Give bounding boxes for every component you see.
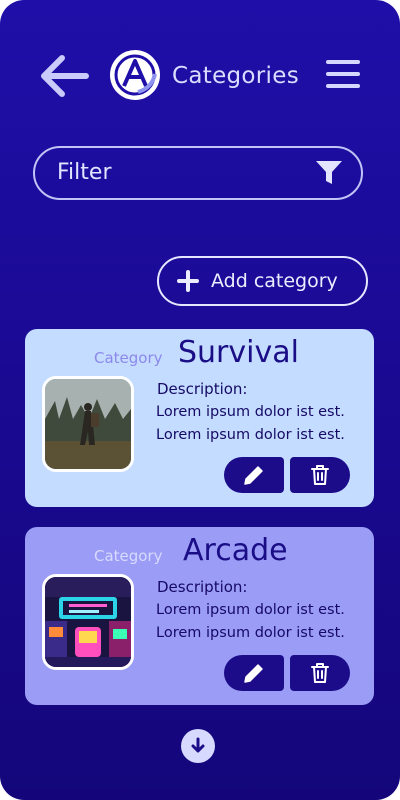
menu-bar — [326, 60, 360, 64]
add-category-label: Add category — [211, 270, 338, 292]
description-label: Description: — [157, 380, 248, 398]
category-tag: Category — [94, 349, 163, 367]
description-text: Lorem ipsum dolor ist est. — [156, 404, 345, 420]
header: Categories — [0, 0, 400, 150]
menu-button[interactable] — [324, 58, 364, 90]
categories-screen: Categories Filter Add category Category … — [0, 0, 400, 800]
category-card[interactable]: Category Arcade Description: Lorem ipsum… — [25, 527, 374, 705]
pencil-icon — [244, 466, 263, 485]
back-button[interactable] — [38, 52, 90, 100]
filter-field[interactable]: Filter — [33, 146, 363, 200]
menu-bar — [326, 84, 360, 88]
description-text: Lorem ipsum dolor ist est. — [156, 602, 345, 618]
description-label: Description: — [157, 578, 248, 596]
category-card[interactable]: Category Survival Description: Lorem ips… — [25, 329, 374, 507]
pencil-icon — [244, 664, 263, 683]
scroll-down-button[interactable] — [181, 729, 215, 763]
trash-icon — [311, 465, 329, 485]
funnel-icon[interactable] — [315, 160, 343, 186]
delete-button[interactable] — [290, 655, 350, 691]
trash-icon — [311, 663, 329, 683]
page-title: Categories — [172, 63, 299, 89]
brand-logo — [108, 48, 162, 102]
category-name: Survival — [178, 335, 299, 370]
arrow-down-circle-icon — [191, 737, 205, 753]
menu-bar — [326, 72, 360, 76]
description-text: Lorem ipsum dolor ist est. — [156, 625, 345, 641]
delete-button[interactable] — [290, 457, 350, 493]
plus-icon — [177, 270, 199, 292]
add-category-button[interactable]: Add category — [157, 256, 368, 306]
survival-game-thumbnail — [42, 376, 134, 472]
category-tag: Category — [94, 547, 163, 565]
edit-button[interactable] — [224, 457, 284, 493]
arcade-thumbnail — [42, 574, 134, 670]
category-name: Arcade — [183, 533, 288, 568]
edit-button[interactable] — [224, 655, 284, 691]
description-text: Lorem ipsum dolor ist est. — [156, 427, 345, 443]
arrow-left-icon — [41, 55, 89, 97]
filter-label: Filter — [57, 160, 112, 185]
